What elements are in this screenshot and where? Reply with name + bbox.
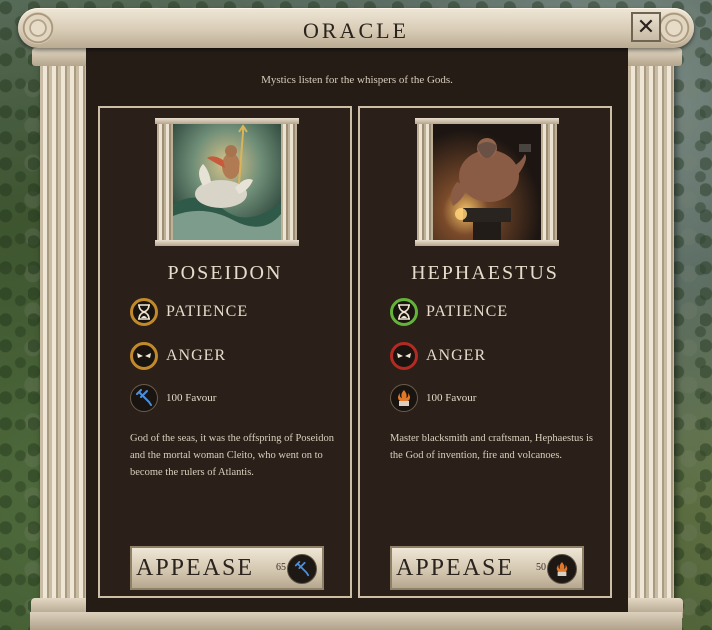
portrait-column-left <box>417 118 433 244</box>
favour-label: 100 Favour <box>426 392 477 404</box>
hourglass-icon <box>390 298 418 326</box>
close-button[interactable]: ✕ <box>631 12 661 42</box>
appease-hephaestus-button[interactable]: APPEASE 50 <box>390 546 584 590</box>
portrait-frame-bottom <box>415 240 559 246</box>
portrait-column-right <box>541 118 557 244</box>
trident-icon <box>130 384 158 412</box>
anger-label: ANGER <box>166 347 227 364</box>
portrait-column-right <box>281 118 297 244</box>
close-icon: ✕ <box>636 14 656 40</box>
appease-label: APPEASE <box>396 555 515 581</box>
window-title: ORACLE <box>303 18 409 43</box>
oracle-panel: Mystics listen for the whispers of the G… <box>86 48 628 612</box>
right-column-capital <box>620 48 682 66</box>
forge-flame-icon <box>547 554 577 584</box>
appease-cost: 65 <box>276 562 286 573</box>
favour-stat: 100 Favour <box>390 382 476 414</box>
left-column <box>40 48 86 610</box>
god-description: Master blacksmith and craftsman, Hephaes… <box>390 433 593 461</box>
trident-icon <box>287 554 317 584</box>
floor-step <box>30 612 682 630</box>
anger-stat: ANGER <box>390 340 486 372</box>
appease-label: APPEASE <box>136 555 255 581</box>
hourglass-icon <box>130 298 158 326</box>
hephaestus-painting <box>433 124 541 240</box>
god-name: HEPHAESTUS <box>411 262 559 284</box>
god-portrait-poseidon <box>155 118 299 246</box>
patience-label: PATIENCE <box>426 303 509 320</box>
patience-stat: PATIENCE <box>390 296 508 328</box>
appease-poseidon-button[interactable]: APPEASE 65 <box>130 546 324 590</box>
left-column-capital <box>32 48 94 66</box>
god-card-hephaestus: HEPHAESTUS PATIENCE ANGER 100 Favour Mas… <box>358 106 612 598</box>
god-portrait-hephaestus <box>415 118 559 246</box>
favour-stat: 100 Favour <box>130 382 216 414</box>
favour-label: 100 Favour <box>166 392 217 404</box>
patience-stat: PATIENCE <box>130 296 248 328</box>
portrait-column-left <box>157 118 173 244</box>
oracle-subtitle: Mystics listen for the whispers of the G… <box>261 74 453 86</box>
forge-flame-icon <box>390 384 418 412</box>
anger-label: ANGER <box>426 347 487 364</box>
title-bar: ORACLE <box>18 8 694 48</box>
god-description: God of the seas, it was the offspring of… <box>130 433 334 478</box>
poseidon-painting <box>173 124 281 240</box>
angry-eyes-icon <box>390 342 418 370</box>
god-name: POSEIDON <box>167 262 283 284</box>
anger-stat: ANGER <box>130 340 226 372</box>
portrait-frame-bottom <box>155 240 299 246</box>
patience-label: PATIENCE <box>166 303 249 320</box>
appease-cost: 50 <box>536 562 546 573</box>
angry-eyes-icon <box>130 342 158 370</box>
portrait-frame-top <box>415 118 559 124</box>
portrait-frame-top <box>155 118 299 124</box>
right-column <box>628 48 674 610</box>
god-card-poseidon: POSEIDON PATIENCE ANGER 100 Favour God o… <box>98 106 352 598</box>
